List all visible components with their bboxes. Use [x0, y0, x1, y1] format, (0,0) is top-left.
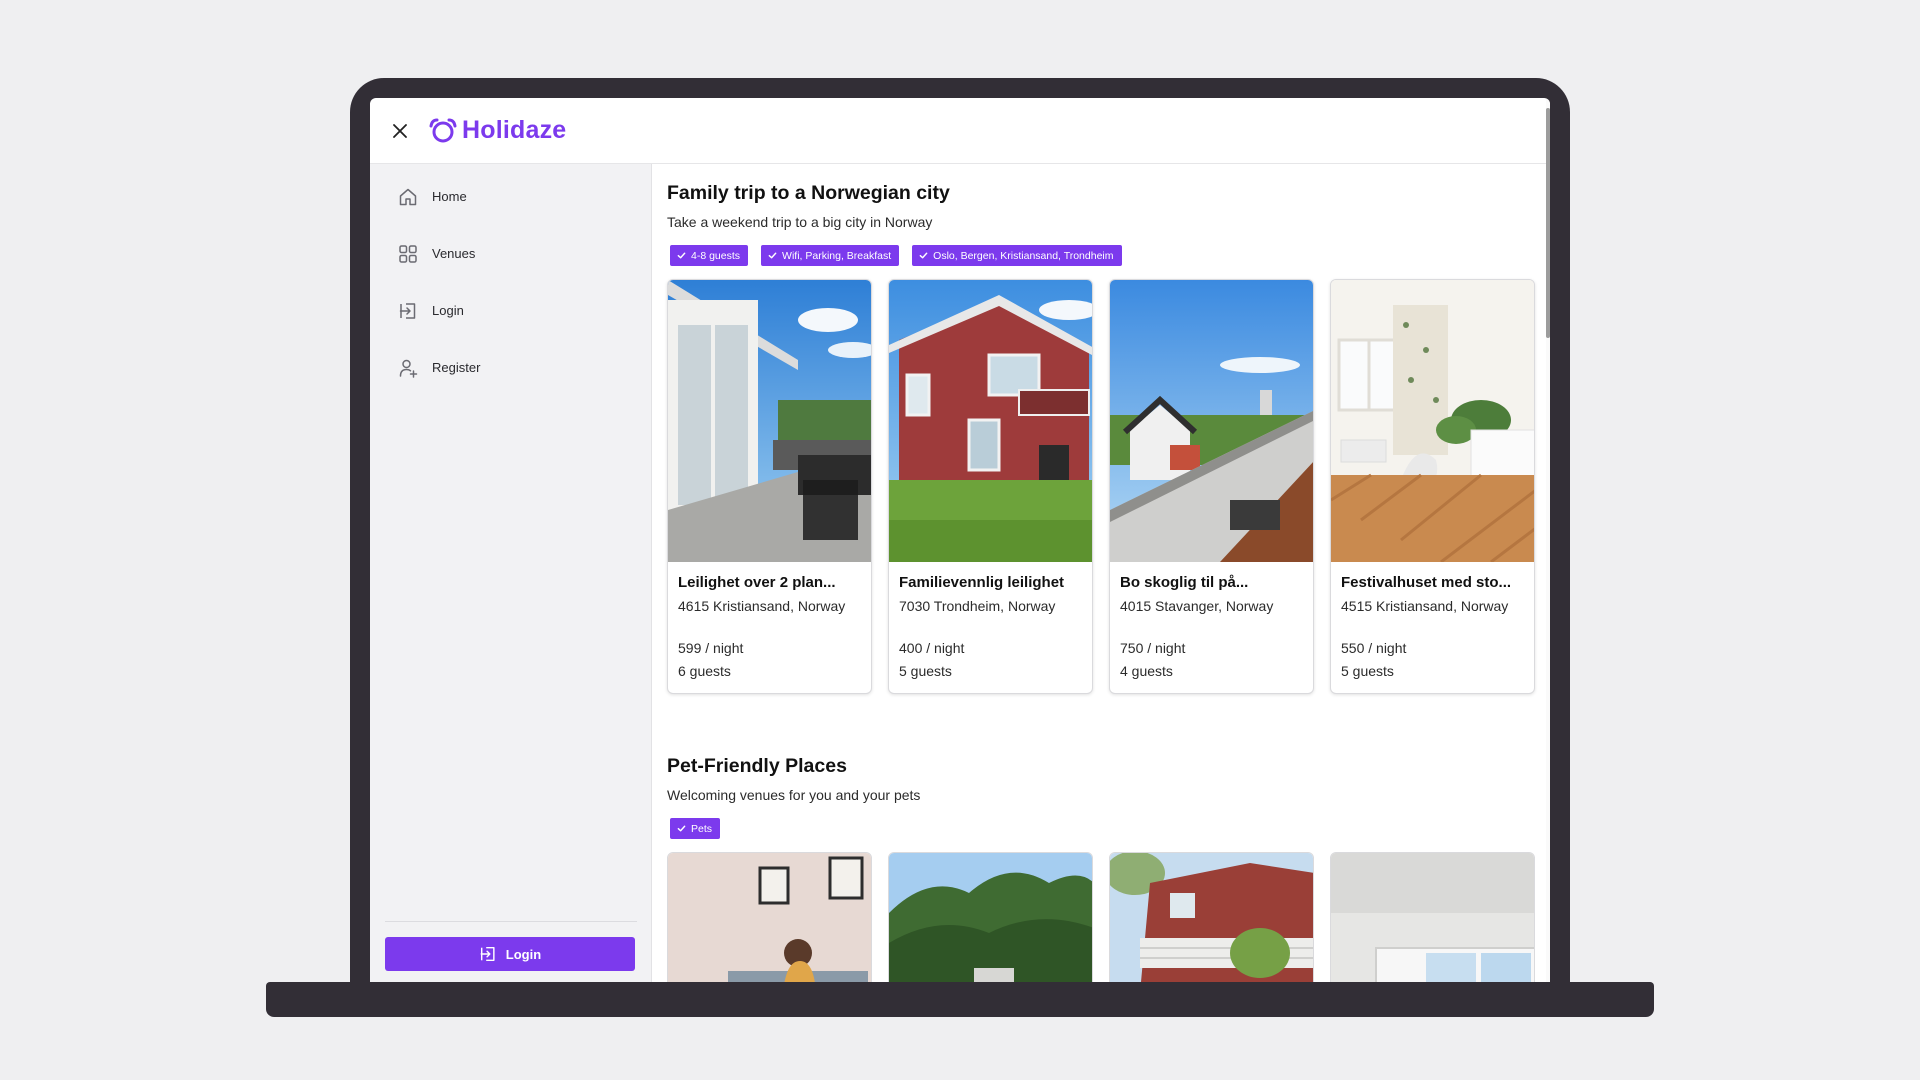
filter-tag-label: 4-8 guests [691, 249, 741, 262]
section-subtitle: Take a weekend trip to a big city in Nor… [667, 214, 933, 230]
sidebar-item-label: Home [432, 189, 467, 204]
filter-tags: 4-8 guests Wifi, Parking, Breakfast Oslo… [670, 245, 1535, 266]
venue-title: Familievennlig leilighet [899, 574, 1065, 591]
sidebar-item-label: Register [432, 360, 481, 375]
check-icon [677, 825, 686, 832]
venue-card[interactable]: Festivalhuset med sto... 4515 Kristiansa… [1330, 279, 1535, 694]
venue-photo [889, 853, 1092, 991]
laptop-base [266, 982, 1654, 1017]
home-icon [399, 188, 417, 205]
venue-card[interactable]: Leilighet over 2 plan... 4615 Kristiansa… [667, 279, 872, 694]
login-icon [399, 302, 416, 319]
venue-title: Leilighet over 2 plan... [678, 574, 836, 591]
filter-tag-label: Wifi, Parking, Breakfast [782, 249, 892, 262]
venue-photo [1331, 853, 1534, 991]
close-button[interactable] [388, 119, 412, 143]
scrollbar-thumb[interactable] [1546, 108, 1550, 338]
venue-card[interactable] [667, 852, 872, 992]
venue-photo [668, 853, 871, 991]
filter-tag[interactable]: Wifi, Parking, Breakfast [761, 245, 900, 266]
venue-title: Bo skoglig til på... [1120, 574, 1249, 591]
sidebar-item-home[interactable]: Home [370, 168, 651, 225]
filter-tag[interactable]: 4-8 guests [670, 245, 749, 266]
filter-tag-label: Pets [691, 822, 713, 835]
filter-tag-label: Oslo, Bergen, Kristiansand, Trondheim [933, 249, 1114, 262]
sidebar-item-label: Venues [432, 246, 476, 261]
venue-card-list [667, 852, 1535, 992]
brand-logo[interactable]: Holidaze [428, 116, 566, 145]
venue-guests: 4 guests [1120, 663, 1173, 679]
venue-card[interactable]: Bo skoglig til på... 4015 Stavanger, Nor… [1109, 279, 1314, 694]
venue-card[interactable] [1330, 852, 1535, 992]
section-title: Family trip to a Norwegian city [667, 182, 950, 204]
main-content: Family trip to a Norwegian city Take a w… [653, 164, 1546, 1004]
sidebar-item-venues[interactable]: Venues [370, 225, 651, 282]
check-icon [919, 252, 928, 259]
venue-photo [1110, 280, 1313, 562]
venue-location: 7030 Trondheim, Norway [899, 598, 1056, 614]
check-icon [677, 252, 686, 259]
venue-price: 550 / night [1341, 640, 1407, 656]
section-family-trip: Family trip to a Norwegian city Take a w… [667, 182, 1535, 694]
venue-guests: 5 guests [1341, 663, 1394, 679]
top-bar: Holidaze [370, 98, 1550, 164]
venue-card[interactable]: Familievennlig leilighet 7030 Trondheim,… [888, 279, 1093, 694]
venue-price: 599 / night [678, 640, 744, 656]
venue-guests: 5 guests [899, 663, 952, 679]
sidebar-divider [385, 921, 637, 922]
venue-card[interactable] [1109, 852, 1314, 992]
sidebar-item-label: Login [432, 303, 464, 318]
brand-name: Holidaze [462, 116, 567, 144]
scrollbar[interactable] [1546, 98, 1550, 1004]
app-window: Holidaze Home Venues Login Register Logi… [370, 98, 1550, 1004]
section-subtitle: Welcoming venues for you and your pets [667, 787, 921, 803]
sidebar-login-button[interactable]: Login [385, 937, 635, 971]
venue-photo [1331, 280, 1534, 562]
login-button-label: Login [505, 946, 542, 962]
venue-photo [889, 280, 1092, 562]
venue-photo [668, 280, 871, 562]
sidebar-item-login[interactable]: Login [370, 282, 651, 339]
venue-location: 4015 Stavanger, Norway [1120, 598, 1274, 614]
venue-price: 400 / night [899, 640, 965, 656]
venue-photo [1110, 853, 1313, 991]
venue-card-list: Leilighet over 2 plan... 4615 Kristiansa… [667, 279, 1535, 694]
venue-guests: 6 guests [678, 663, 731, 679]
filter-tag[interactable]: Oslo, Bergen, Kristiansand, Trondheim [912, 245, 1122, 266]
venue-card[interactable] [888, 852, 1093, 992]
grid-icon [399, 244, 417, 263]
section-pet-friendly: Pet-Friendly Places Welcoming venues for… [667, 755, 1535, 992]
venue-title: Festivalhuset med sto... [1341, 574, 1512, 591]
login-icon [480, 946, 495, 962]
section-title: Pet-Friendly Places [667, 755, 847, 777]
sidebar-item-register[interactable]: Register [370, 339, 651, 396]
check-icon [768, 252, 777, 259]
sidebar: Home Venues Login Register Login [370, 164, 652, 1004]
filter-tags: Pets [670, 818, 1535, 839]
venue-location: 4515 Kristiansand, Norway [1341, 598, 1509, 614]
venue-price: 750 / night [1120, 640, 1186, 656]
close-icon [393, 123, 407, 138]
filter-tag[interactable]: Pets [670, 818, 721, 839]
user-plus-icon [399, 359, 418, 378]
venue-location: 4615 Kristiansand, Norway [678, 598, 846, 614]
logo-icon [429, 118, 457, 142]
